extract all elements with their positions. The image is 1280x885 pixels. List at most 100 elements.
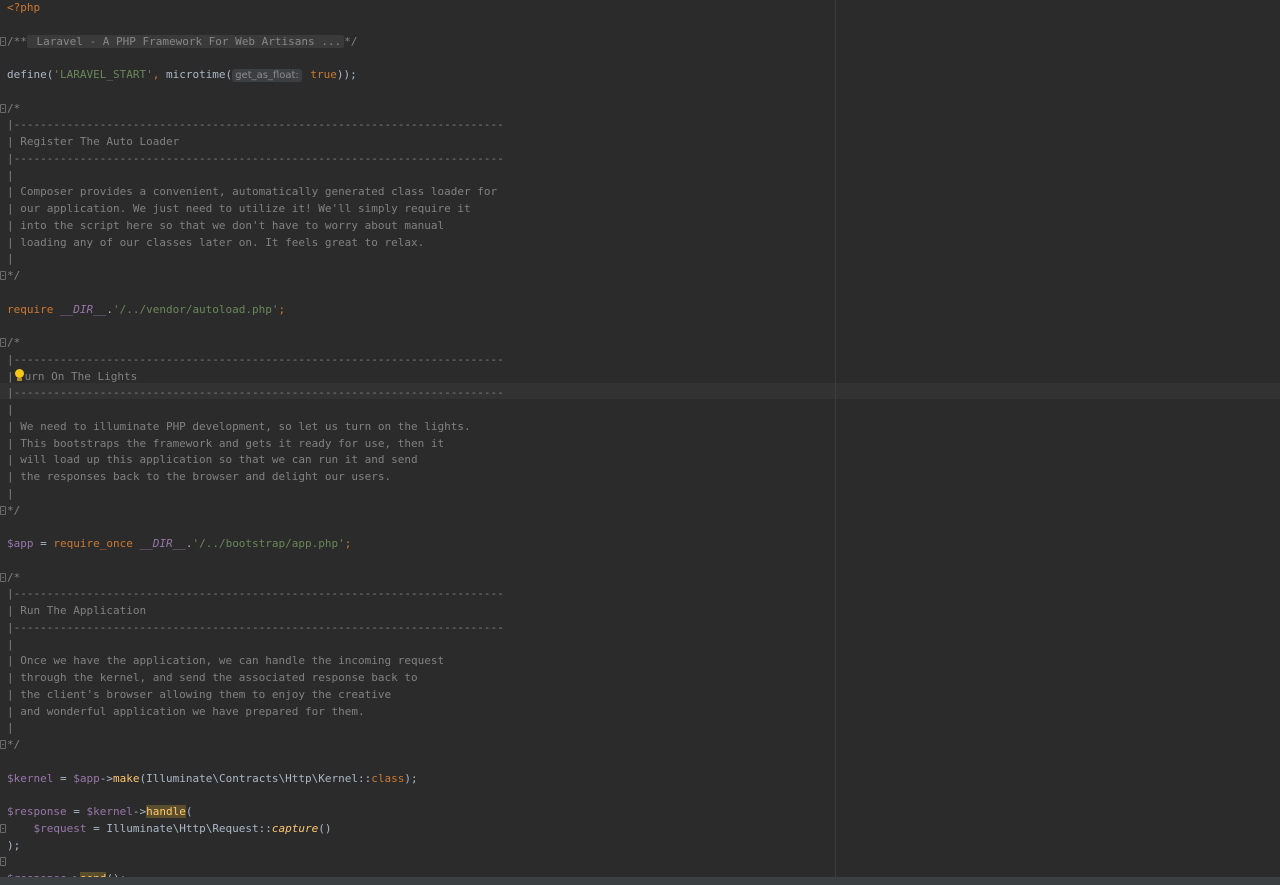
fold-toggle-icon[interactable] — [0, 823, 6, 833]
code-line[interactable]: */ — [0, 268, 504, 285]
fold-toggle-icon[interactable] — [0, 338, 6, 347]
code-token: |---------------------------------------… — [7, 118, 504, 132]
code-line[interactable]: */ — [0, 737, 504, 754]
code-line[interactable] — [7, 553, 504, 570]
code-token: | the client's browser allowing them to … — [7, 687, 392, 701]
code-token: capture — [271, 821, 319, 835]
right-margin-guide — [835, 0, 836, 877]
code-token: /* — [7, 570, 21, 584]
code-line[interactable]: | — [7, 637, 504, 654]
code-token: __DIR__ — [59, 302, 107, 316]
fold-toggle-icon[interactable] — [0, 505, 6, 515]
code-line[interactable]: $app = require_once __DIR__.'/../bootstr… — [7, 536, 504, 553]
code-token: require_once — [53, 537, 140, 550]
code-token: $response — [7, 805, 67, 818]
code-line[interactable]: | and wonderful application we have prep… — [7, 704, 504, 721]
code-token: |---------------------------------------… — [7, 352, 504, 366]
fold-toggle-icon[interactable] — [0, 271, 6, 280]
code-token: | — [7, 403, 14, 416]
code-line[interactable]: /* — [0, 570, 504, 587]
code-line[interactable] — [7, 787, 504, 804]
fold-toggle-icon[interactable] — [0, 740, 6, 749]
code-line[interactable]: $request = Illuminate\Http\Request::capt… — [0, 821, 504, 838]
code-line[interactable] — [7, 84, 504, 101]
code-line[interactable]: define('LARAVEL_START', microtime(get_as… — [7, 67, 504, 84]
code-token: | Register The Auto Loader — [7, 135, 180, 148]
code-line[interactable]: | This bootstraps the framework and gets… — [7, 436, 504, 453]
code-token: ); — [7, 838, 21, 852]
code-token: $app — [73, 771, 100, 785]
code-token: /* — [7, 101, 21, 115]
code-token: |---------------------------------------… — [7, 386, 504, 400]
code-line[interactable]: /* — [0, 335, 504, 352]
code-line[interactable]: | Composer provides a convenient, automa… — [7, 184, 504, 201]
code-line[interactable]: |---------------------------------------… — [7, 385, 504, 402]
code-line[interactable] — [0, 854, 504, 871]
folded-region[interactable]: Laravel - A PHP Framework For Web Artisa… — [26, 34, 345, 48]
lightbulb-icon[interactable] — [14, 368, 25, 382]
code-line[interactable]: | into the script here so that we don't … — [7, 218, 504, 235]
code-token: . — [106, 302, 113, 316]
code-line[interactable]: */ — [0, 503, 504, 520]
code-line[interactable]: | Run The Application — [7, 603, 504, 620]
code-line[interactable]: |---------------------------------------… — [7, 586, 504, 603]
code-token: ); — [404, 771, 418, 785]
code-token: 'LARAVEL_START' — [53, 68, 153, 81]
code-token: = — [53, 771, 74, 785]
code-line[interactable]: | Once we have the application, we can h… — [7, 653, 504, 670]
code-line[interactable] — [7, 519, 504, 536]
code-line[interactable]: | Register The Auto Loader — [7, 134, 504, 151]
code-line[interactable]: | the responses back to the browser and … — [7, 469, 504, 486]
code-line[interactable]: $kernel = $app->make(Illuminate\Contract… — [7, 771, 504, 788]
code-line[interactable]: | the client's browser allowing them to … — [7, 687, 504, 704]
code-token: $kernel — [86, 805, 133, 818]
code-token: $app — [7, 537, 34, 550]
code-line[interactable]: | — [7, 251, 504, 268]
code-line[interactable]: $response = $kernel->handle( — [7, 804, 504, 821]
code-line[interactable]: |---------------------------------------… — [7, 151, 504, 168]
code-line[interactable] — [7, 50, 504, 67]
code-editor[interactable]: <?php /** Laravel - A PHP Framework For W… — [0, 0, 1280, 877]
code-line[interactable] — [7, 17, 504, 34]
code-line[interactable]: | — [7, 486, 504, 503]
code-line[interactable]: | — [7, 168, 504, 185]
code-line[interactable]: | our application. We just need to utili… — [7, 201, 504, 218]
code-line[interactable]: | — [7, 402, 504, 419]
code-token: = — [33, 537, 54, 550]
code-line[interactable]: ); — [7, 838, 504, 855]
code-token: */ — [7, 269, 21, 282]
fold-toggle-icon[interactable] — [0, 857, 6, 867]
code-token: | through the kernel, and send the assoc… — [7, 671, 418, 684]
code-area[interactable]: <?php /** Laravel - A PHP Framework For W… — [0, 0, 504, 877]
code-line[interactable]: | We need to illuminate PHP development,… — [7, 419, 504, 436]
fold-toggle-icon[interactable] — [0, 36, 6, 46]
code-line[interactable]: |---------------------------------------… — [7, 352, 504, 369]
code-token: , — [152, 68, 166, 81]
code-token: (Illuminate\Contracts\Http\Kernel:: — [139, 771, 372, 785]
code-line[interactable]: require __DIR__.'/../vendor/autoload.php… — [7, 302, 504, 319]
fold-toggle-icon[interactable] — [0, 103, 6, 113]
code-line[interactable]: | urn On The Lights — [7, 368, 504, 386]
code-line[interactable]: |---------------------------------------… — [7, 620, 504, 637]
fold-toggle-icon[interactable] — [0, 572, 6, 582]
code-token: | — [7, 637, 14, 651]
code-line[interactable]: /** Laravel - A PHP Framework For Web Ar… — [0, 34, 504, 51]
code-line[interactable]: <?php — [7, 0, 504, 17]
code-token: ; — [278, 302, 286, 316]
code-token: -> — [132, 805, 147, 818]
code-token: true — [303, 68, 337, 81]
code-line[interactable] — [7, 318, 504, 335]
code-token: $request — [33, 821, 87, 835]
code-line[interactable]: | through the kernel, and send the assoc… — [7, 670, 504, 687]
horizontal-scrollbar[interactable] — [0, 877, 1280, 885]
code-line[interactable] — [7, 285, 504, 302]
code-line[interactable]: /* — [0, 101, 504, 118]
code-line[interactable]: | loading any of our classes later on. I… — [7, 235, 504, 252]
code-line[interactable] — [7, 754, 504, 771]
code-token: */ — [7, 738, 21, 751]
code-line[interactable]: | will load up this application so that … — [7, 452, 504, 469]
code-token: require — [7, 302, 60, 316]
code-line[interactable]: | — [7, 720, 504, 737]
code-line[interactable]: |---------------------------------------… — [7, 117, 504, 134]
